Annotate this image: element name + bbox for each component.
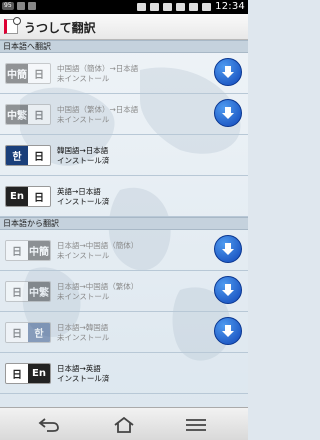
install-status: 未インストール (57, 115, 110, 124)
language-pair-title: 日本語→中国語（繁体） (57, 282, 139, 291)
section-header-from-japanese: 日本語から翻訳 (0, 217, 248, 230)
target-language-label: 日 (28, 64, 50, 83)
install-status: 未インストール (57, 333, 110, 342)
language-pair-badge: 日 中簡 (5, 240, 51, 261)
target-language-label: En (28, 364, 50, 383)
home-icon (114, 417, 134, 433)
install-status: インストール済 (57, 374, 110, 383)
target-language-label: 中繁 (28, 282, 50, 301)
language-pair-title: 中国語（簡体）→日本語 (57, 64, 139, 73)
language-pair-title: 韓国語→日本語 (57, 146, 109, 155)
download-button[interactable] (214, 317, 242, 345)
menu-icon (186, 419, 206, 431)
source-language-label: En (6, 187, 28, 206)
download-button[interactable] (214, 276, 242, 304)
list-item[interactable]: 한 日 韓国語→日本語 インストール済 (0, 135, 248, 176)
install-status: インストール済 (57, 156, 110, 165)
back-button[interactable] (36, 416, 62, 434)
language-pair-text: 日本語→英語 インストール済 (57, 364, 109, 384)
language-pair-title: 中国語（繁体）→日本語 (57, 105, 139, 114)
bluetooth-icon (150, 3, 160, 11)
source-language-label: 中繁 (6, 105, 28, 124)
list-item[interactable]: En 日 英語→日本語 インストール済 (0, 176, 248, 217)
language-pair-badge: 中繁 日 (5, 104, 51, 125)
list-item[interactable]: 中簡 日 中国語（簡体）→日本語 未インストール (0, 53, 248, 94)
target-language-label: 한 (28, 323, 50, 342)
source-language-label: 日 (6, 282, 28, 301)
source-language-label: 中簡 (6, 64, 28, 83)
download-button[interactable] (214, 99, 242, 127)
install-status: 未インストール (57, 292, 110, 301)
download-button[interactable] (214, 58, 242, 86)
sd-card-icon (137, 3, 147, 11)
language-pair-text: 日本語→中国語（繁体） 未インストール (57, 282, 138, 302)
battery-icon (202, 3, 212, 11)
target-language-label: 日 (28, 187, 50, 206)
install-status: インストール済 (57, 197, 110, 206)
status-bar: 95 12:34 (0, 0, 248, 14)
source-language-label: 日 (6, 364, 28, 383)
home-button[interactable] (111, 416, 137, 434)
language-pair-text: 英語→日本語 インストール済 (57, 187, 109, 207)
language-pair-badge: 日 中繁 (5, 281, 51, 302)
navigation-bar (0, 407, 248, 440)
app-logo-icon (4, 17, 21, 34)
title-bar: うつして翻訳 (0, 14, 248, 40)
language-pair-title: 英語→日本語 (57, 187, 101, 196)
signal-icon (189, 3, 199, 11)
source-language-label: 日 (6, 241, 28, 260)
language-pair-title: 日本語→韓国語 (57, 323, 109, 332)
list-item[interactable]: 日 En 日本語→英語 インストール済 (0, 353, 248, 394)
facebook-notification-icon (16, 2, 25, 10)
language-pair-badge: 한 日 (5, 145, 51, 166)
target-language-label: 日 (28, 105, 50, 124)
install-status: 未インストール (57, 74, 110, 83)
list-item[interactable]: 日 中簡 日本語→中国語（簡体） 未インストール (0, 230, 248, 271)
language-pair-text: 韓国語→日本語 インストール済 (57, 146, 109, 166)
wifi-icon (176, 3, 186, 11)
download-arrow-icon (222, 66, 234, 78)
language-pair-title: 日本語→英語 (57, 364, 101, 373)
language-pair-text: 中国語（簡体）→日本語 未インストール (57, 64, 138, 84)
language-list[interactable]: 日本語へ翻訳 中簡 日 中国語（簡体）→日本語 未インストール 中繁 日 中国語… (0, 40, 248, 407)
back-arrow-icon (38, 418, 59, 432)
download-arrow-icon (222, 243, 234, 255)
language-pair-badge: En 日 (5, 186, 51, 207)
language-pair-badge: 日 한 (5, 322, 51, 343)
notification-badge: 95 (2, 2, 14, 10)
clock: 12:34 (215, 1, 245, 12)
target-language-label: 中簡 (28, 241, 50, 260)
language-pair-text: 中国語（繁体）→日本語 未インストール (57, 105, 138, 125)
menu-button[interactable] (183, 416, 209, 434)
install-status: 未インストール (57, 251, 110, 260)
download-arrow-icon (222, 284, 234, 296)
app-title: うつして翻訳 (24, 21, 96, 35)
source-language-label: 한 (6, 146, 28, 165)
download-arrow-icon (222, 325, 234, 337)
language-pair-text: 日本語→中国語（簡体） 未インストール (57, 241, 138, 261)
section-header-to-japanese: 日本語へ翻訳 (0, 40, 248, 53)
language-pair-title: 日本語→中国語（簡体） (57, 241, 139, 250)
list-item[interactable]: 日 한 日本語→韓国語 未インストール (0, 312, 248, 353)
alarm-icon (163, 3, 173, 11)
language-pair-badge: 中簡 日 (5, 63, 51, 84)
language-pair-badge: 日 En (5, 363, 51, 384)
target-language-label: 日 (28, 146, 50, 165)
list-item[interactable]: 日 中繁 日本語→中国語（繁体） 未インストール (0, 271, 248, 312)
download-arrow-icon (222, 107, 234, 119)
list-item[interactable]: 中繁 日 中国語（繁体）→日本語 未インストール (0, 94, 248, 135)
download-button[interactable] (214, 235, 242, 263)
source-language-label: 日 (6, 323, 28, 342)
image-notification-icon (27, 2, 36, 10)
language-pair-text: 日本語→韓国語 未インストール (57, 323, 109, 343)
